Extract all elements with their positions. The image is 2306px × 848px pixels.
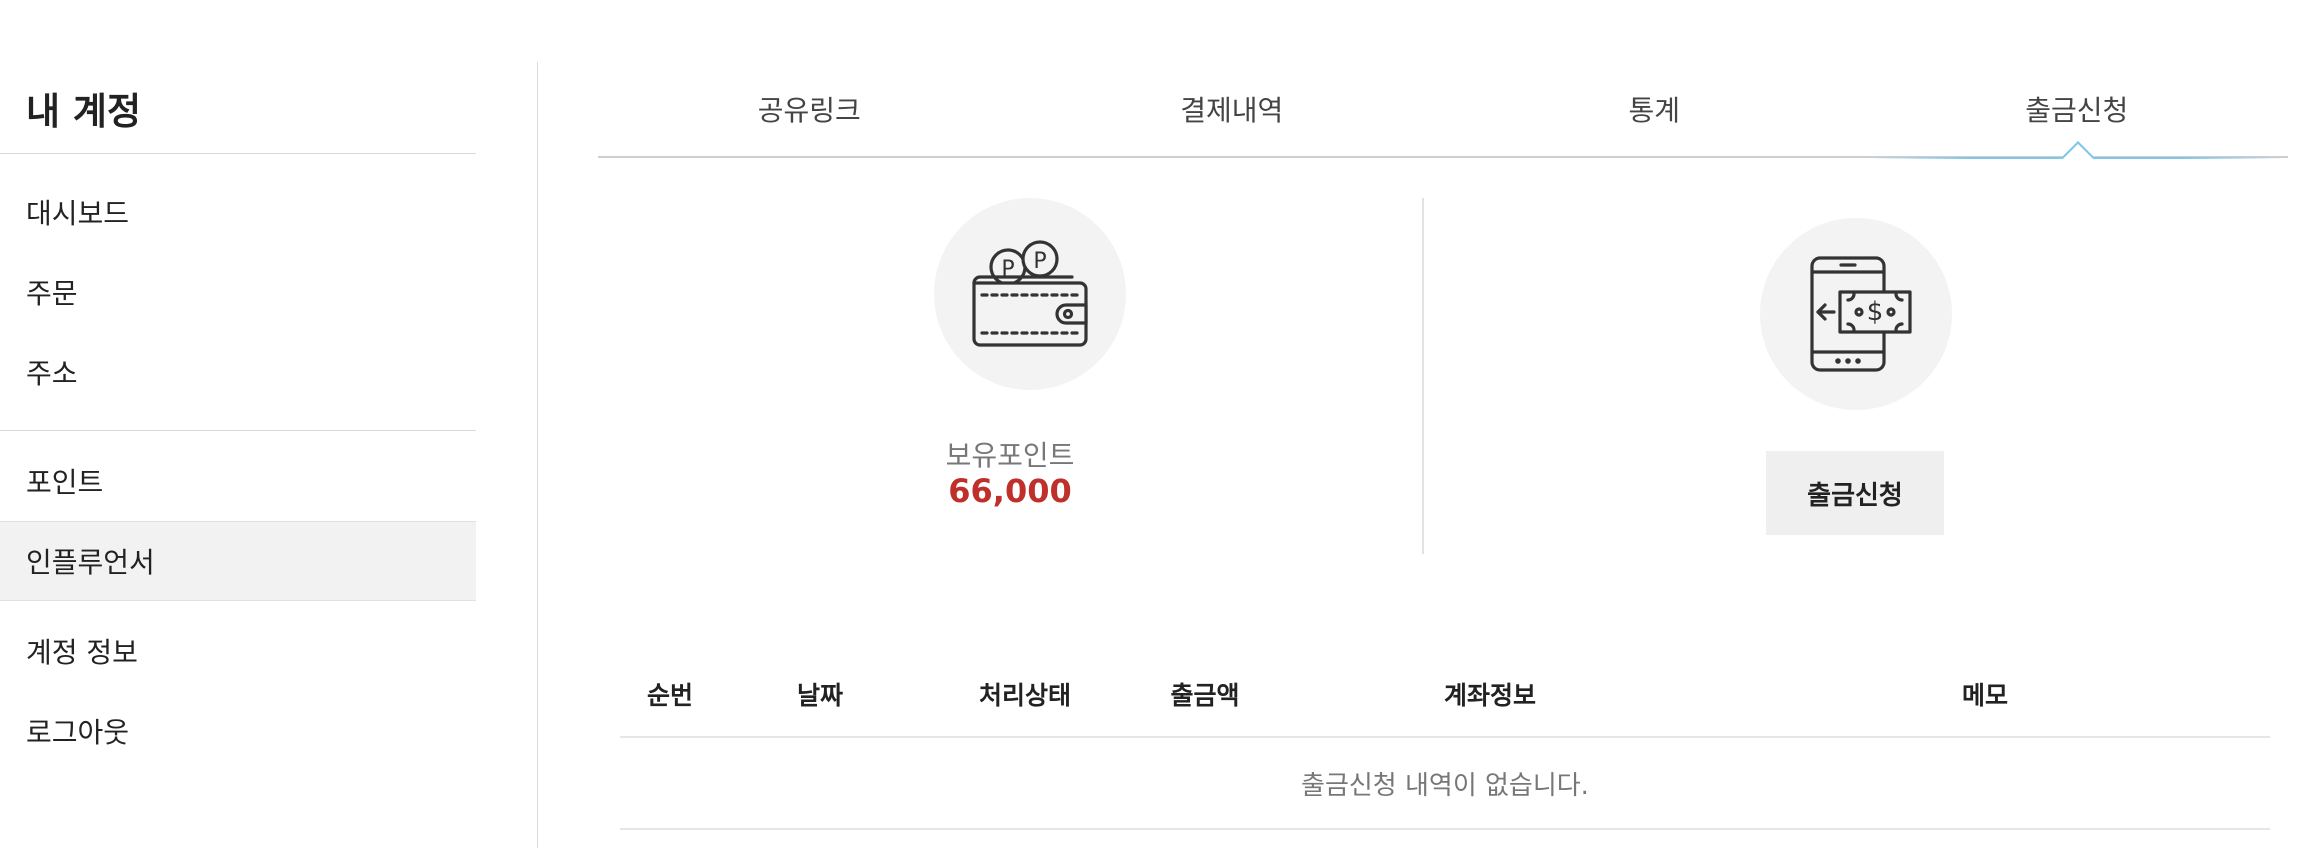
- points-label: 보유포인트: [945, 439, 1075, 472]
- sidebar-item-dashboard[interactable]: 대시보드: [0, 172, 476, 252]
- table-header-row: 순번 날짜 처리상태 출금액 계좌정보 메모: [620, 652, 2270, 738]
- sidebar-title: 내 계정: [0, 62, 476, 154]
- sidebar-item-account-info[interactable]: 계정 정보: [0, 611, 476, 691]
- column-header-amount: 출금액: [1170, 681, 1240, 710]
- sidebar: 내 계정 대시보드 주문 주소 포인트 인플루언서 계정 정보 로그아웃: [0, 62, 476, 789]
- tab-payment-history[interactable]: 결제내역: [1021, 62, 1444, 156]
- points-panel: P P 보유포인트 66,000: [598, 198, 1422, 554]
- sidebar-group-points: 포인트 인플루언서: [0, 430, 476, 601]
- points-value: 66,000: [948, 472, 1072, 510]
- sidebar-item-points[interactable]: 포인트: [0, 441, 476, 521]
- tab-share-link[interactable]: 공유링크: [598, 62, 1021, 156]
- sidebar-item-address[interactable]: 주소: [0, 332, 476, 412]
- column-header-memo: 메모: [1961, 681, 2008, 710]
- wallet-points-icon: P P: [934, 198, 1126, 390]
- column-header-date: 날짜: [796, 681, 843, 710]
- column-header-account-info: 계좌정보: [1443, 681, 1536, 710]
- tab-withdrawal-request[interactable]: 출금신청: [1865, 62, 2289, 159]
- sidebar-item-logout[interactable]: 로그아웃: [0, 691, 476, 771]
- withdraw-panel: $ 출금신청: [1424, 198, 2288, 554]
- tab-statistics[interactable]: 통계: [1443, 62, 1866, 156]
- sidebar-item-orders[interactable]: 주문: [0, 252, 476, 332]
- phone-money-transfer-icon: $: [1760, 218, 1952, 410]
- withdrawal-table: 순번 날짜 처리상태 출금액 계좌정보 메모 출금신청 내역이 없습니다.: [620, 652, 2270, 830]
- withdraw-request-button[interactable]: 출금신청: [1766, 451, 1944, 535]
- tab-bar: 공유링크 결제내역 통계 출금신청: [598, 62, 2289, 159]
- sidebar-group-main: 대시보드 주문 주소: [0, 154, 476, 430]
- svg-text:P: P: [1033, 249, 1046, 274]
- svg-text:$: $: [1867, 297, 1884, 327]
- sidebar-divider: [537, 62, 538, 848]
- sidebar-group-account: 계정 정보 로그아웃: [0, 601, 476, 789]
- column-header-number: 순번: [646, 681, 693, 710]
- table-empty-message: 출금신청 내역이 없습니다.: [620, 738, 2270, 830]
- sidebar-item-influencer[interactable]: 인플루언서: [0, 521, 476, 601]
- column-header-status: 처리상태: [978, 681, 1071, 710]
